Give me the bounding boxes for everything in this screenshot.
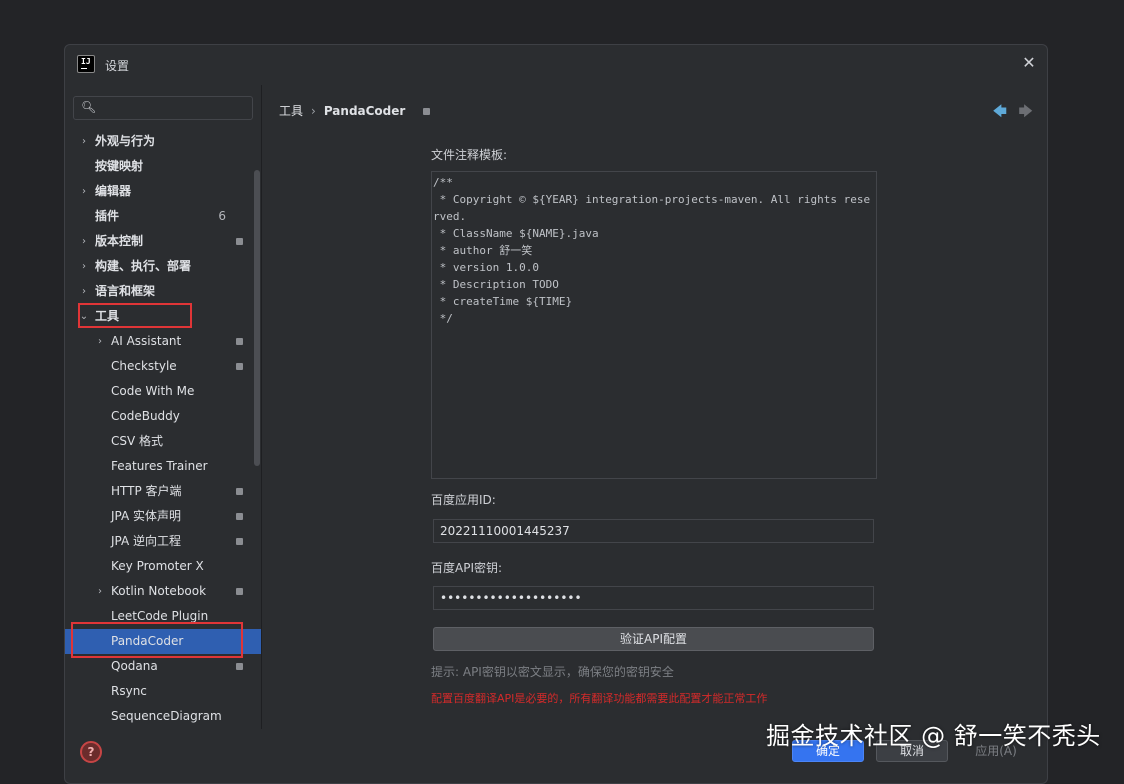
intellij-app-icon: IJ bbox=[77, 55, 95, 73]
api-config-warning: 配置百度翻译API是必要的，所有翻译功能都需要此配置才能正常工作 bbox=[431, 692, 768, 705]
sidebar-item[interactable]: 按键映射 bbox=[65, 154, 261, 179]
template-textarea[interactable]: /** * Copyright © ${YEAR} integration-pr… bbox=[431, 171, 877, 479]
chevron-right-icon[interactable]: › bbox=[78, 254, 90, 279]
project-level-icon bbox=[236, 538, 243, 545]
sidebar-item-label: 插件 bbox=[95, 209, 120, 223]
sidebar-item[interactable]: › 构建、执行、部署 bbox=[65, 254, 261, 279]
sidebar-item[interactable]: › 编辑器 bbox=[65, 179, 261, 204]
sidebar-item-label: 构建、执行、部署 bbox=[95, 259, 192, 273]
sidebar-item[interactable]: JPA 实体声明 bbox=[65, 504, 261, 529]
search-icon: 🔍︎ bbox=[81, 100, 97, 114]
sidebar-item[interactable]: Rsync bbox=[65, 679, 261, 704]
verify-api-button[interactable]: 验证API配置 bbox=[433, 627, 874, 651]
settings-content: 工具 › PandaCoder 🡄 🡆 文件注释模板: /** * Copyrigh… bbox=[263, 85, 1047, 729]
chevron-right-icon[interactable]: › bbox=[78, 229, 90, 254]
chevron-right-icon[interactable]: › bbox=[94, 329, 106, 354]
sidebar-item[interactable]: › Kotlin Notebook bbox=[65, 579, 261, 604]
chevron-right-icon[interactable]: › bbox=[78, 129, 90, 154]
project-level-icon bbox=[423, 108, 431, 115]
window-title: 设置 bbox=[105, 59, 130, 73]
app-id-input[interactable]: 20221110001445237 bbox=[433, 519, 874, 543]
sidebar-item[interactable]: › 外观与行为 bbox=[65, 129, 261, 154]
sidebar-item-label: Key Promoter X bbox=[111, 559, 204, 573]
sidebar-item-label: CodeBuddy bbox=[111, 409, 180, 423]
sidebar-item-label: Code With Me bbox=[111, 384, 195, 398]
app-id-label: 百度应用ID: bbox=[431, 493, 496, 507]
back-arrow-icon[interactable]: 🡄 bbox=[993, 101, 1007, 125]
sidebar-item[interactable]: JPA 逆向工程 bbox=[65, 529, 261, 554]
title-bar: IJ 设置 ✕ bbox=[65, 45, 1047, 85]
close-icon[interactable]: ✕ bbox=[1021, 55, 1037, 71]
project-level-icon bbox=[236, 363, 243, 370]
sidebar-item-label: AI Assistant bbox=[111, 334, 182, 348]
sidebar-item-label: 版本控制 bbox=[95, 234, 144, 248]
forward-arrow-icon[interactable]: 🡆 bbox=[1019, 101, 1033, 125]
template-label: 文件注释模板: bbox=[431, 148, 508, 162]
sidebar-item[interactable]: CSV 格式 bbox=[65, 429, 261, 454]
sidebar-item-label: JPA 实体声明 bbox=[111, 509, 182, 523]
sidebar-item[interactable]: › AI Assistant bbox=[65, 329, 261, 354]
chevron-right-icon[interactable]: › bbox=[94, 579, 106, 604]
sidebar-item-label: SequenceDiagram bbox=[111, 709, 222, 723]
sidebar-item-label: HTTP 客户端 bbox=[111, 484, 182, 498]
sidebar-item-label: 编辑器 bbox=[95, 184, 132, 198]
api-key-label: 百度API密钥: bbox=[431, 561, 503, 575]
sidebar-item[interactable]: › 语言和框架 bbox=[65, 279, 261, 304]
chevron-right-icon[interactable]: › bbox=[78, 179, 90, 204]
sidebar-item-label: 外观与行为 bbox=[95, 134, 156, 148]
breadcrumb-parent[interactable]: 工具 bbox=[279, 104, 303, 118]
project-level-icon bbox=[236, 238, 243, 245]
api-key-input[interactable]: •••••••••••••••••••• bbox=[433, 586, 874, 610]
project-level-icon bbox=[236, 338, 243, 345]
sidebar-item[interactable]: Code With Me bbox=[65, 379, 261, 404]
settings-dialog: IJ 设置 ✕ 🔍︎ › 外观与行为按键映射 › 编辑器插件 6 › 版本控制 › 构建、执行、… bbox=[64, 44, 1048, 784]
project-level-icon bbox=[236, 588, 243, 595]
sidebar-item[interactable]: Features Trainer bbox=[65, 454, 261, 479]
settings-search-input[interactable]: 🔍︎ bbox=[73, 96, 253, 120]
sidebar-item[interactable]: SequenceDiagram bbox=[65, 704, 261, 729]
sidebar-item[interactable]: HTTP 客户端 bbox=[65, 479, 261, 504]
project-level-icon bbox=[236, 488, 243, 495]
chevron-right-icon[interactable]: › bbox=[78, 279, 90, 304]
sidebar-item-label: Checkstyle bbox=[111, 359, 177, 373]
sidebar-item-label: JPA 逆向工程 bbox=[111, 534, 182, 548]
sidebar-item[interactable]: Checkstyle bbox=[65, 354, 261, 379]
breadcrumb-separator: › bbox=[311, 104, 316, 118]
sidebar-item[interactable]: 插件 6 bbox=[65, 204, 261, 229]
breadcrumb-current: PandaCoder bbox=[323, 104, 406, 118]
sidebar-item-label: Features Trainer bbox=[111, 459, 208, 473]
sidebar-item[interactable]: CodeBuddy bbox=[65, 404, 261, 429]
watermark: 掘金技术社区 @ 舒一笑不秃头 bbox=[766, 722, 1101, 750]
sidebar-item-label: 按键映射 bbox=[95, 159, 144, 173]
highlight-box-pandacoder bbox=[71, 622, 243, 658]
sidebar-item-label: Kotlin Notebook bbox=[111, 584, 207, 598]
project-level-icon bbox=[236, 663, 243, 670]
project-level-icon bbox=[236, 513, 243, 520]
breadcrumb: 工具 › PandaCoder bbox=[279, 102, 431, 119]
highlight-box-tools bbox=[78, 303, 192, 328]
sidebar-item-label: 语言和框架 bbox=[95, 284, 156, 298]
sidebar-item[interactable]: › 版本控制 bbox=[65, 229, 261, 254]
sidebar-item-label: CSV 格式 bbox=[111, 434, 164, 448]
api-key-hint: 提示: API密钥以密文显示，确保您的密钥安全 bbox=[431, 665, 674, 679]
sidebar-scrollbar[interactable] bbox=[254, 170, 260, 466]
sidebar-item[interactable]: Key Promoter X bbox=[65, 554, 261, 579]
sidebar-item-label: Rsync bbox=[111, 684, 147, 698]
update-count-badge: 6 bbox=[218, 209, 226, 223]
help-icon[interactable]: ? bbox=[80, 741, 102, 763]
